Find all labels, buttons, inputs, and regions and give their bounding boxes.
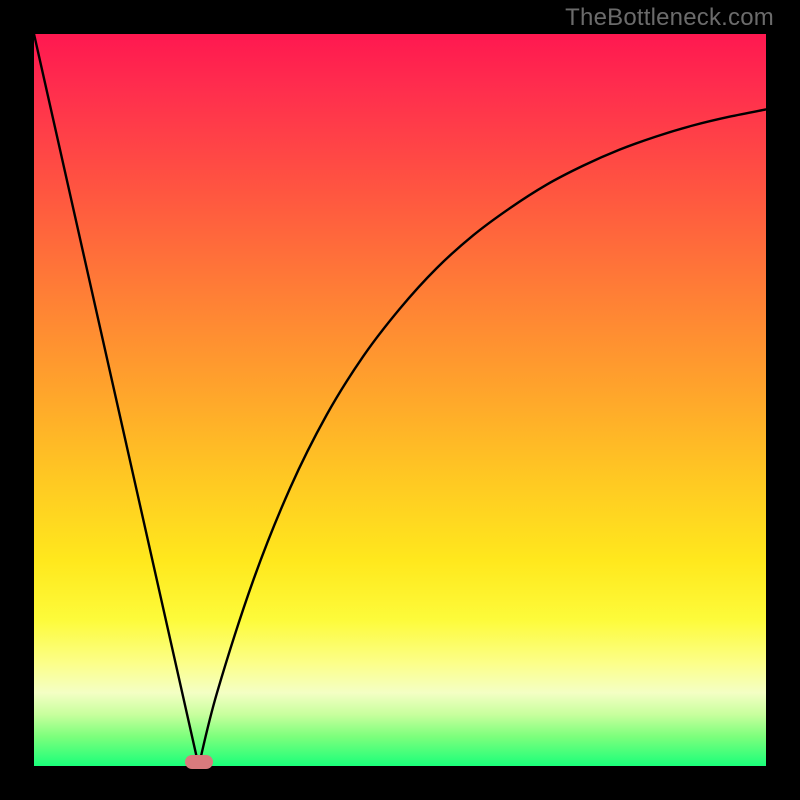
attribution-text: TheBottleneck.com — [565, 4, 774, 32]
minimum-marker — [185, 755, 213, 769]
bottleneck-curve — [34, 34, 766, 766]
curve-svg — [34, 34, 766, 766]
chart-frame: TheBottleneck.com — [0, 0, 800, 800]
plot-area — [34, 34, 766, 766]
